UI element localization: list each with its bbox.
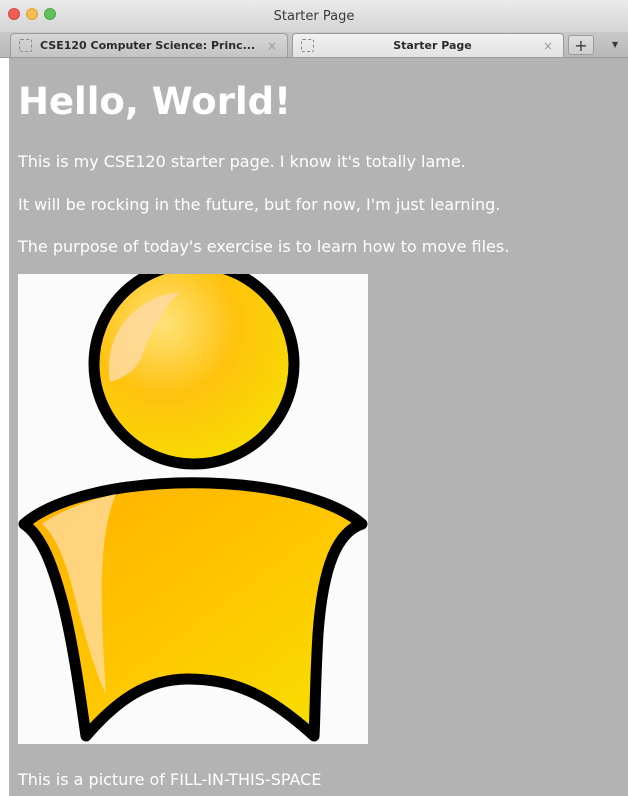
future-paragraph: It will be rocking in the future, but fo… xyxy=(18,195,501,214)
intro-paragraph: This is my CSE120 starter page. I know i… xyxy=(18,152,466,171)
page-content: Hello, World! This is my CSE120 starter … xyxy=(9,58,628,796)
close-tab-icon[interactable]: × xyxy=(267,39,277,53)
close-tab-icon[interactable]: × xyxy=(543,39,553,53)
window-titlebar: Starter Page xyxy=(0,0,628,32)
tab-cse120[interactable]: CSE120 Computer Science: Princ... × xyxy=(10,33,288,57)
tab-label: Starter Page xyxy=(393,39,472,52)
page-favicon-icon xyxy=(19,39,32,52)
tab-label: CSE120 Computer Science: Princ... xyxy=(40,39,256,52)
tab-starter-page[interactable]: Starter Page × xyxy=(292,33,564,57)
purpose-paragraph: The purpose of today's exercise is to le… xyxy=(18,237,510,256)
new-tab-button[interactable]: + xyxy=(568,35,594,55)
tab-bar: CSE120 Computer Science: Princ... × Star… xyxy=(0,32,628,58)
page-heading: Hello, World! xyxy=(18,80,291,123)
page-favicon-icon xyxy=(301,39,314,52)
window-title: Starter Page xyxy=(273,9,355,24)
tab-overflow-icon[interactable]: ▼ xyxy=(612,40,618,49)
image-caption: This is a picture of FILL-IN-THIS-SPACE xyxy=(18,770,322,789)
user-avatar-image xyxy=(18,274,368,744)
